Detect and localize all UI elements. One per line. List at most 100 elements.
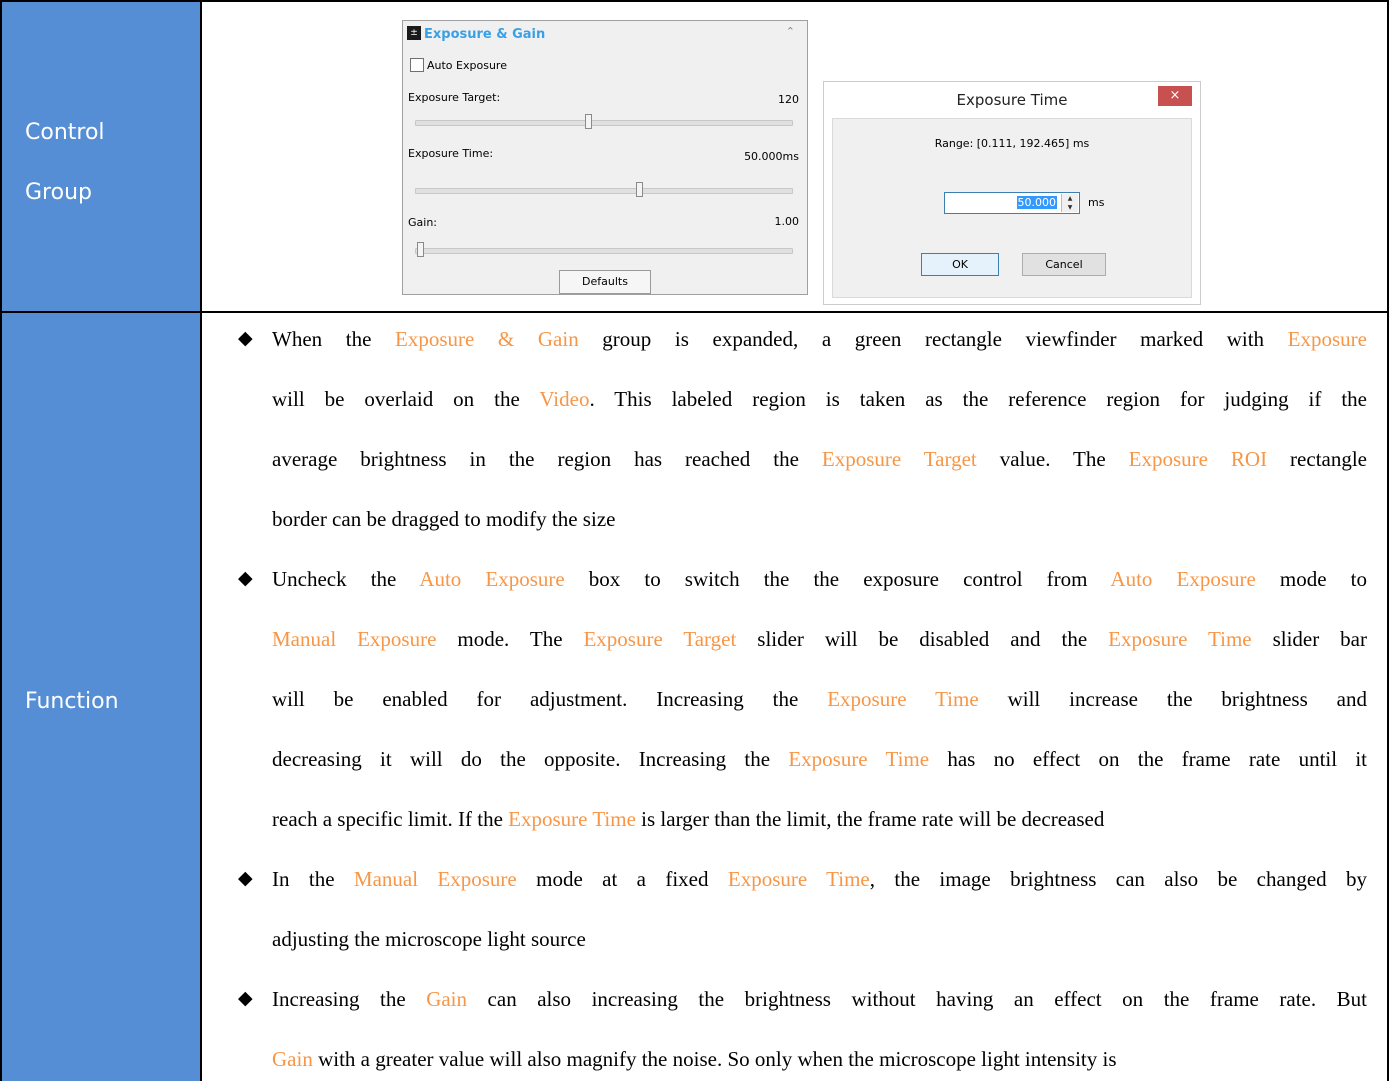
- text-run: is larger than the limit, the frame rate…: [635, 807, 1105, 831]
- text-run: average brightness in the region has rea…: [272, 447, 822, 471]
- text-run: Increasing the: [272, 987, 427, 1011]
- text-run: decreasing it will do the opposite. Incr…: [272, 747, 789, 771]
- text-run: slider bar: [1251, 627, 1367, 651]
- bullet-line: will be overlaid on the Video. This labe…: [272, 387, 1367, 412]
- bullet-line: average brightness in the region has rea…: [272, 447, 1367, 472]
- exposure-gain-panel: ± Exposure & Gain ⌃ Auto Exposure Exposu…: [402, 20, 808, 295]
- highlighted-term: Gain: [272, 1047, 313, 1071]
- content-cell-control-group: ± Exposure & Gain ⌃ Auto Exposure Exposu…: [202, 0, 1389, 311]
- bullet-line: reach a specific limit. If the Exposure …: [272, 807, 1104, 832]
- row-label-cell-control-group: Control Group: [0, 0, 202, 311]
- ok-button[interactable]: OK: [921, 253, 999, 276]
- exposure-target-value: 120: [778, 93, 799, 106]
- diamond-bullet-icon: ◆: [238, 868, 253, 889]
- unit-label: ms: [1088, 196, 1105, 209]
- diamond-bullet-icon: ◆: [238, 328, 253, 349]
- text-run: has no effect on the frame rate until it: [929, 747, 1367, 771]
- diamond-bullet-icon: ◆: [238, 568, 253, 589]
- defaults-button[interactable]: Defaults: [559, 270, 651, 294]
- bullet-line: Gain with a greater value will also magn…: [272, 1047, 1117, 1072]
- close-icon: ×: [1169, 88, 1181, 103]
- bullet-line: When the Exposure & Gain group is expand…: [272, 327, 1367, 352]
- highlighted-term: Exposure Target: [821, 447, 977, 471]
- text-run: slider will be disabled and the: [736, 627, 1109, 651]
- spec-table: Control Group ± Exposure & Gain ⌃ Auto E…: [0, 0, 1389, 1081]
- range-text: Range: [0.111, 192.465] ms: [934, 137, 1090, 150]
- highlighted-term: Manual Exposure: [353, 867, 517, 891]
- text-run: . This labeled region is taken as the re…: [589, 387, 1367, 411]
- diamond-bullet-icon: ◆: [238, 988, 253, 1009]
- highlighted-term: Exposure: [1287, 327, 1367, 351]
- highlighted-term: Exposure Time: [508, 807, 636, 831]
- exposure-time-dialog: Exposure Time × Range: [0.111, 192.465] …: [823, 81, 1201, 305]
- auto-exposure-checkbox[interactable]: [410, 58, 424, 72]
- highlighted-term: Exposure Time: [827, 687, 979, 711]
- spinner-arrows-icon[interactable]: ▲ ▼: [1061, 194, 1078, 212]
- dialog-body: Range: [0.111, 192.465] ms 50.000 ▲ ▼ ms …: [832, 118, 1192, 298]
- exposure-target-label: Exposure Target:: [408, 91, 501, 104]
- highlighted-term: Auto Exposure: [419, 567, 565, 591]
- auto-exposure-label: Auto Exposure: [427, 59, 507, 72]
- close-button[interactable]: ×: [1158, 86, 1192, 106]
- highlighted-term: Exposure Target: [583, 627, 737, 651]
- highlighted-term: Exposure Time: [1108, 627, 1252, 651]
- text-run: will increase the brightness and: [978, 687, 1367, 711]
- gain-slider-track: [415, 248, 793, 254]
- exposure-time-input[interactable]: 50.000 ▲ ▼: [944, 192, 1080, 214]
- text-run: Uncheck the: [272, 567, 420, 591]
- text-run: reach a specific limit. If the: [272, 807, 509, 831]
- row-label-line2: Group: [25, 180, 92, 205]
- gain-label: Gain:: [408, 216, 437, 229]
- highlighted-term: Manual Exposure: [272, 627, 437, 651]
- row-label-line1: Control: [25, 120, 105, 145]
- gain-value: 1.00: [774, 215, 800, 228]
- highlighted-term: Auto Exposure: [1110, 567, 1256, 591]
- highlighted-term: Video: [539, 387, 590, 411]
- text-run: will be enabled for adjustment. Increasi…: [272, 687, 828, 711]
- text-run: border can be dragged to modify the size: [272, 507, 616, 531]
- highlighted-term: Gain: [426, 987, 468, 1011]
- exposure-time-value: 50.000ms: [744, 150, 799, 163]
- text-run: mode. The: [436, 627, 584, 651]
- bullet-line: will be enabled for adjustment. Increasi…: [272, 687, 1367, 712]
- row-label-cell-function: Function: [0, 311, 202, 1081]
- highlighted-term: Exposure & Gain: [395, 327, 579, 351]
- bullet-line: Uncheck the Auto Exposure box to switch …: [272, 567, 1367, 592]
- exposure-time-input-value: 50.000: [1016, 196, 1057, 209]
- exposure-icon: ±: [407, 26, 421, 40]
- highlighted-term: Exposure Time: [788, 747, 930, 771]
- text-run: can also increasing the brightness witho…: [467, 987, 1367, 1011]
- bullet-line: Increasing the Gain can also increasing …: [272, 987, 1367, 1012]
- text-run: adjusting the microscope light source: [272, 927, 586, 951]
- exposure-time-label: Exposure Time:: [408, 147, 494, 160]
- exposure-target-slider-track: [415, 120, 793, 126]
- bullet-line: Manual Exposure mode. The Exposure Targe…: [272, 627, 1367, 652]
- highlighted-term: Exposure Time: [727, 867, 870, 891]
- text-run: box to switch the the exposure control f…: [564, 567, 1111, 591]
- text-run: value. The: [976, 447, 1129, 471]
- highlighted-term: Exposure ROI: [1128, 447, 1268, 471]
- text-run: will be overlaid on the: [272, 387, 540, 411]
- text-run: When the: [272, 327, 396, 351]
- bullet-line: In the Manual Exposure mode at a fixed E…: [272, 867, 1367, 892]
- content-cell-function: ◆ When the Exposure & Gain group is expan…: [202, 311, 1389, 1081]
- exposure-time-slider-thumb[interactable]: [636, 182, 643, 197]
- dialog-title: Exposure Time: [956, 91, 1068, 109]
- gain-slider-thumb[interactable]: [417, 242, 424, 257]
- text-run: In the: [272, 867, 354, 891]
- exposure-time-slider-track: [415, 188, 793, 194]
- text-run: rectangle: [1267, 447, 1368, 471]
- exposure-target-slider-thumb[interactable]: [585, 114, 592, 129]
- double-chevron-up-icon[interactable]: ⌃: [786, 25, 795, 38]
- text-run: mode to: [1255, 567, 1367, 591]
- text-run: mode at a fixed: [516, 867, 728, 891]
- row-label: Function: [25, 689, 119, 714]
- bullet-line: border can be dragged to modify the size: [272, 507, 615, 532]
- bullet-line: adjusting the microscope light source: [272, 927, 586, 952]
- panel-header[interactable]: ± Exposure & Gain ⌃: [403, 21, 807, 42]
- text-run: group is expanded, a green rectangle vie…: [578, 327, 1288, 351]
- bullet-line: decreasing it will do the opposite. Incr…: [272, 747, 1367, 772]
- cancel-button[interactable]: Cancel: [1022, 253, 1106, 276]
- panel-title: Exposure & Gain: [424, 27, 546, 42]
- text-run: with a greater value will also magnify t…: [312, 1047, 1117, 1071]
